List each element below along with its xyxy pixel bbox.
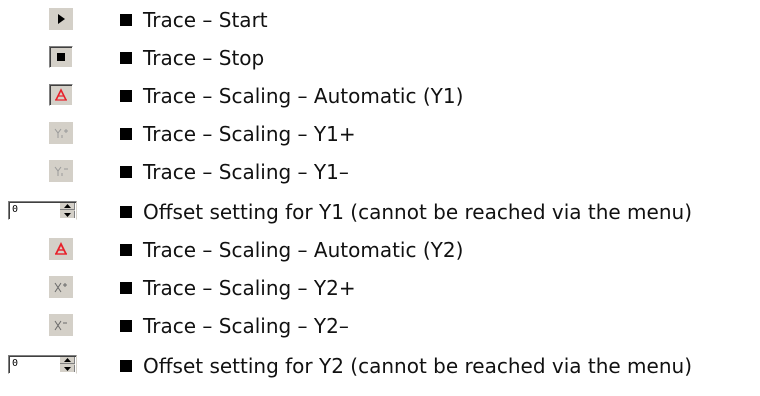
- legend-row-trace-start: Trace – Start: [0, 2, 760, 38]
- spin-up-button[interactable]: [60, 203, 75, 210]
- legend-label: Trace – Scaling – Y2–: [143, 314, 349, 338]
- bullet: [120, 166, 132, 178]
- bullet: [120, 320, 132, 332]
- legend-row-y1-minus: Trace – Scaling – Y1–: [0, 154, 760, 190]
- y1-minus-button[interactable]: [49, 160, 73, 182]
- y2-plus-icon: [54, 282, 67, 293]
- arrow-down-icon: [63, 212, 71, 217]
- trace-stop-button[interactable]: [49, 46, 73, 68]
- legend-row-y2-minus: Trace – Scaling – Y2–: [0, 308, 760, 344]
- spin-buttons: [59, 203, 75, 218]
- legend-row-y2-plus: Trace – Scaling – Y2+: [0, 270, 760, 306]
- stop-icon: [57, 53, 65, 61]
- legend-label: Offset setting for Y1 (cannot be reached…: [143, 200, 692, 224]
- spin-up-button[interactable]: [60, 357, 75, 364]
- offset-y1-spinner[interactable]: 0: [8, 201, 77, 220]
- bullet: [120, 128, 132, 140]
- autoscale-y1-button[interactable]: [49, 84, 73, 106]
- legend-label: Trace – Scaling – Automatic (Y1): [143, 84, 464, 108]
- legend-label: Trace – Scaling – Y1+: [143, 122, 356, 146]
- play-icon: [58, 14, 65, 24]
- autoscale-y2-button[interactable]: [49, 238, 73, 260]
- spin-buttons: [59, 357, 75, 372]
- y1-plus-button[interactable]: [49, 122, 73, 144]
- y1-plus-icon: [54, 128, 68, 138]
- bullet: [120, 282, 132, 294]
- offset-y2-spinner[interactable]: 0: [8, 355, 77, 374]
- legend-label: Trace – Start: [143, 8, 268, 32]
- bullet: [120, 244, 132, 256]
- arrow-down-icon: [63, 366, 71, 371]
- legend-row-autoscale-y2: Trace – Scaling – Automatic (Y2): [0, 232, 760, 268]
- legend-label: Trace – Scaling – Y2+: [143, 276, 356, 300]
- autoscale-y1-icon: [55, 88, 67, 101]
- trace-start-button[interactable]: [49, 8, 73, 30]
- y2-minus-button[interactable]: [49, 314, 73, 336]
- y2-plus-button[interactable]: [49, 276, 73, 298]
- legend-row-offset-y2: 0 Offset setting for Y2 (cannot be reach…: [0, 348, 760, 384]
- y2-minus-icon: [54, 320, 67, 331]
- bullet: [120, 90, 132, 102]
- bullet: [120, 52, 132, 64]
- bullet: [120, 360, 132, 372]
- legend-label: Offset setting for Y2 (cannot be reached…: [143, 354, 692, 378]
- arrow-up-icon: [63, 204, 71, 208]
- legend-row-autoscale-y1: Trace – Scaling – Automatic (Y1): [0, 78, 760, 114]
- offset-y1-value[interactable]: 0: [12, 204, 18, 216]
- offset-y2-value[interactable]: 0: [12, 358, 18, 370]
- legend-row-offset-y1: 0 Offset setting for Y1 (cannot be reach…: [0, 194, 760, 230]
- legend-label: Trace – Scaling – Y1–: [143, 160, 349, 184]
- autoscale-y2-icon: [55, 242, 67, 255]
- bullet: [120, 14, 132, 26]
- spin-down-button[interactable]: [60, 211, 75, 218]
- legend-label: Trace – Scaling – Automatic (Y2): [143, 238, 464, 262]
- spin-down-button[interactable]: [60, 365, 75, 372]
- legend-row-trace-stop: Trace – Stop: [0, 40, 760, 76]
- bullet: [120, 206, 132, 218]
- legend-row-y1-plus: Trace – Scaling – Y1+: [0, 116, 760, 152]
- arrow-up-icon: [63, 358, 71, 362]
- legend-label: Trace – Stop: [143, 46, 265, 70]
- y1-minus-icon: [54, 166, 68, 176]
